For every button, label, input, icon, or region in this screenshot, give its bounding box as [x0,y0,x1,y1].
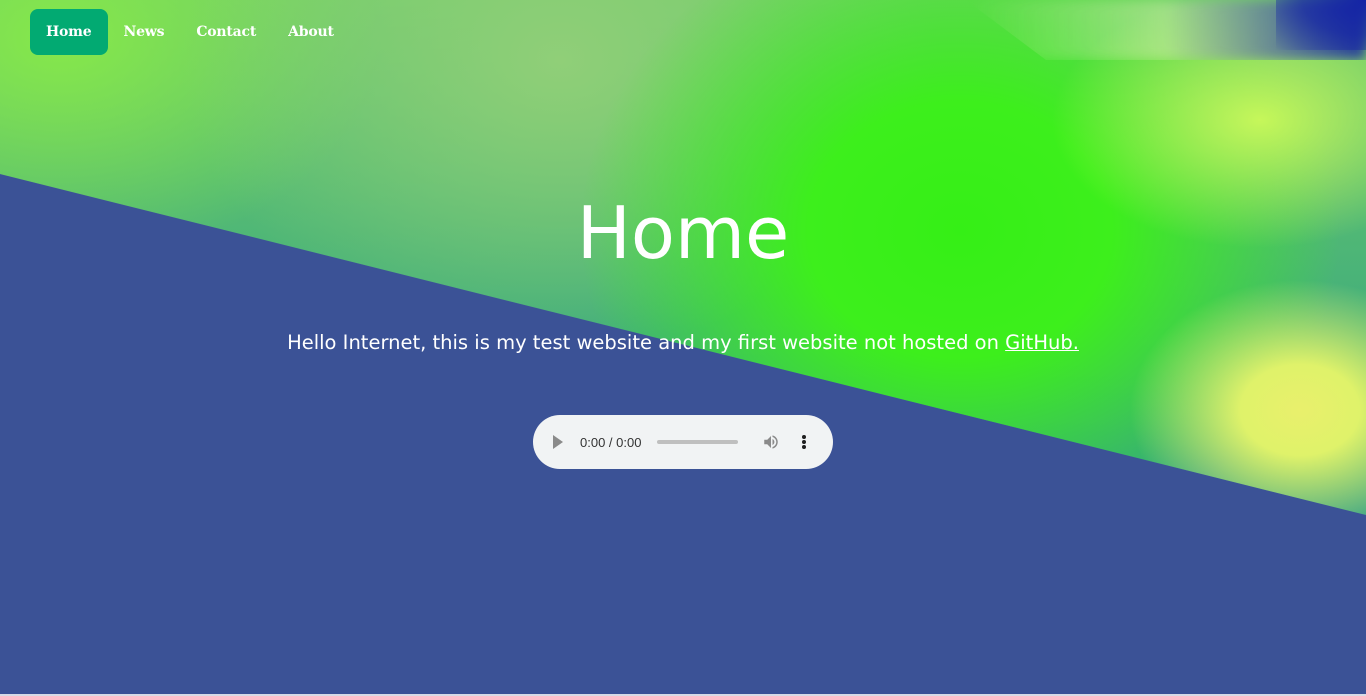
audio-progress-bar[interactable] [657,440,739,444]
more-dot [802,440,807,444]
volume-icon[interactable] [762,433,780,451]
nav-item-about[interactable]: About [272,9,350,55]
more-options-icon[interactable] [802,435,807,449]
more-dot [802,435,807,439]
hero-subtitle: Hello Internet, this is my test website … [0,330,1366,356]
audio-time: 0:00 / 0:00 [580,434,642,450]
subtitle-text: Hello Internet, this is my test website … [287,331,1006,354]
nav-item-news[interactable]: News [108,9,181,55]
nav-item-home[interactable]: Home [30,9,108,55]
play-icon[interactable] [553,435,563,449]
nav-item-contact[interactable]: Contact [180,9,272,55]
more-dot [802,445,807,449]
github-link[interactable]: GitHub. [1005,331,1079,354]
page-title: Home [576,191,790,275]
corner-blue-shade [1276,0,1366,50]
main-nav: Home News Contact About [30,9,350,55]
audio-player: 0:00 / 0:00 [533,415,833,469]
